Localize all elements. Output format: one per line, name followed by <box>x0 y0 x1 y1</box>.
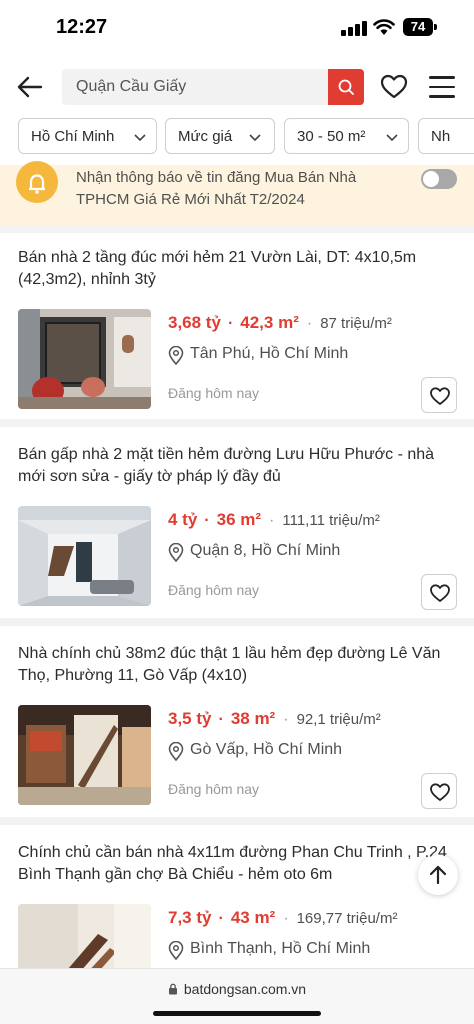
heart-icon <box>430 783 450 801</box>
listing-price: 4 tỷ <box>168 510 198 529</box>
cellular-signal-icon <box>341 20 367 36</box>
separator-dot: · <box>204 512 210 529</box>
wifi-icon <box>373 19 395 35</box>
filter-more-label: Nh <box>431 128 451 145</box>
toggle-knob <box>423 171 439 187</box>
price-row: 3,68 tỷ · 42,3 m² · 87 triệu/m² <box>168 313 468 337</box>
listing-photo[interactable] <box>18 904 151 968</box>
separator-dot: · <box>269 512 275 529</box>
url-label: batdongsan.com.vn <box>183 981 307 997</box>
separator-dot: · <box>218 711 224 728</box>
listing-card[interactable]: Bán nhà 2 tầng đúc mới hẻm 21 Vườn Lài, … <box>0 233 474 419</box>
listing-area: 43 m² <box>230 908 276 927</box>
filter-price[interactable]: Mức giá <box>165 118 275 154</box>
listing-price-per-m2: 92,1 triệu/m² <box>296 711 381 728</box>
price-row: 3,5 tỷ · 38 m² · 92,1 triệu/m² <box>168 709 468 733</box>
location-pin-icon <box>168 543 184 562</box>
arrow-up-icon <box>429 865 447 885</box>
home-indicator <box>153 1011 321 1016</box>
top-header: Quận Cầu Giấy <box>0 62 474 112</box>
heart-icon[interactable] <box>380 73 408 101</box>
location-pin-icon <box>168 346 184 365</box>
search-button[interactable] <box>328 69 364 105</box>
chevron-down-icon <box>134 134 146 142</box>
separator-dot: · <box>306 315 313 332</box>
posted-time: Đăng hôm nay <box>168 781 260 797</box>
listing-price-per-m2: 111,11 triệu/m² <box>282 512 380 529</box>
price-row: 7,3 tỷ · 43 m² · 169,77 triệu/m² <box>168 908 468 932</box>
listing-title[interactable]: Bán nhà 2 tầng đúc mới hẻm 21 Vườn Lài, … <box>18 247 458 291</box>
filter-more[interactable]: Nh <box>418 118 474 154</box>
posted-time: Đăng hôm nay <box>168 582 260 598</box>
listing-price: 7,3 tỷ <box>168 908 212 927</box>
browser-url-bar[interactable]: batdongsan.com.vn <box>0 968 474 1024</box>
listing-price: 3,5 tỷ <box>168 709 212 728</box>
battery-indicator: 74 <box>403 18 433 36</box>
listing-location: Gò Vấp, Hồ Chí Minh <box>190 741 343 758</box>
listing-area: 36 m² <box>216 510 262 529</box>
listing-title[interactable]: Nhà chính chủ 38m2 đúc thật 1 lầu hẻm đẹ… <box>18 643 458 687</box>
filter-city-label: Hồ Chí Minh <box>31 128 115 145</box>
separator-dot: · <box>218 910 224 927</box>
save-listing-button[interactable] <box>421 574 457 610</box>
price-row: 4 tỷ · 36 m² · 111,11 triệu/m² <box>168 510 468 534</box>
filter-area-label: 30 - 50 m² <box>297 128 366 145</box>
listing-photo[interactable] <box>18 506 151 606</box>
status-time: 12:27 <box>56 16 108 38</box>
back-arrow-icon[interactable] <box>16 74 44 100</box>
battery-tip <box>434 24 437 30</box>
search-icon <box>338 79 354 95</box>
divider <box>0 419 474 427</box>
listing-photo[interactable] <box>18 309 151 409</box>
save-listing-button[interactable] <box>421 773 457 809</box>
url-text: batdongsan.com.vn <box>0 981 474 997</box>
separator-dot: · <box>283 910 289 927</box>
divider <box>0 225 474 233</box>
save-listing-button[interactable] <box>421 377 457 413</box>
divider <box>0 817 474 825</box>
listing-location: Quận 8, Hồ Chí Minh <box>190 542 341 559</box>
filter-city[interactable]: Hồ Chí Minh <box>18 118 157 154</box>
posted-time: Đăng hôm nay <box>168 385 260 401</box>
heart-icon <box>430 387 450 405</box>
heart-icon <box>430 584 450 602</box>
filter-area[interactable]: 30 - 50 m² <box>284 118 409 154</box>
listing-area: 42,3 m² <box>240 313 299 332</box>
lock-icon <box>168 983 177 995</box>
divider <box>0 618 474 626</box>
listing-photo[interactable] <box>18 705 151 805</box>
listing-card[interactable]: Chính chủ cần bán nhà 4x11m đường Phan C… <box>0 828 474 968</box>
separator-dot: · <box>227 315 234 332</box>
listing-card[interactable]: Bán gấp nhà 2 mặt tiền hẻm đường Lưu Hữu… <box>0 430 474 616</box>
separator-dot: · <box>283 711 289 728</box>
listing-title[interactable]: Bán gấp nhà 2 mặt tiền hẻm đường Lưu Hữu… <box>18 444 458 488</box>
listing-area: 38 m² <box>230 709 276 728</box>
scroll-to-top-button[interactable] <box>418 855 458 895</box>
notification-banner: Nhận thông báo về tin đăng Mua Bán Nhà T… <box>0 161 474 225</box>
notification-text: Nhận thông báo về tin đăng Mua Bán Nhà T… <box>76 169 357 208</box>
listing-location: Bình Thạnh, Hồ Chí Minh <box>190 940 371 957</box>
listing-title[interactable]: Chính chủ cần bán nhà 4x11m đường Phan C… <box>18 842 458 886</box>
chevron-down-icon <box>386 134 398 142</box>
listing-price-per-m2: 87 triệu/m² <box>320 315 392 332</box>
search-input[interactable]: Quận Cầu Giấy <box>62 69 364 105</box>
listing-price: 3,68 tỷ <box>168 313 221 332</box>
location-pin-icon <box>168 742 184 761</box>
listing-price-per-m2: 169,77 triệu/m² <box>296 910 398 927</box>
chevron-down-icon <box>249 134 261 142</box>
filter-price-label: Mức giá <box>178 128 233 145</box>
location-pin-icon <box>168 941 184 960</box>
bell-icon <box>16 161 58 203</box>
search-text: Quận Cầu Giấy <box>76 78 187 95</box>
status-bar: 12:27 74 <box>0 0 474 56</box>
listing-location: Tân Phú, Hồ Chí Minh <box>190 345 349 362</box>
listing-card[interactable]: Nhà chính chủ 38m2 đúc thật 1 lầu hẻm đẹ… <box>0 629 474 815</box>
notification-toggle[interactable] <box>421 169 457 189</box>
filter-bar: Hồ Chí Minh Mức giá 30 - 50 m² Nh <box>0 118 474 156</box>
hamburger-menu-icon[interactable] <box>429 76 455 98</box>
